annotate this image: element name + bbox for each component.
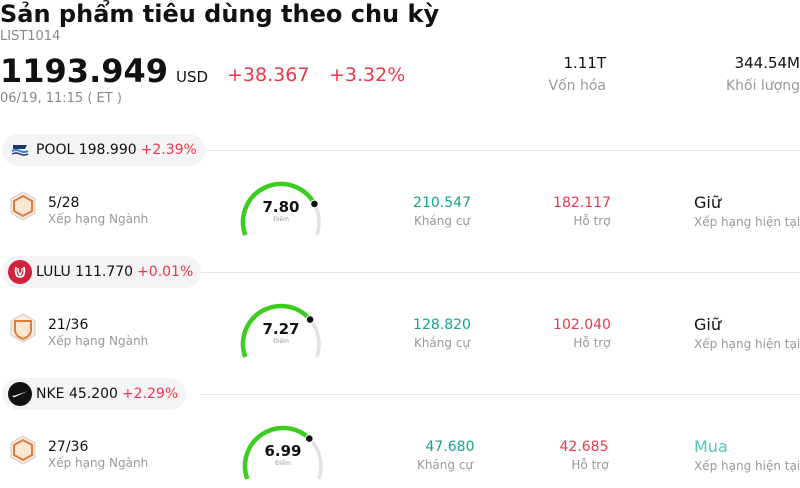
- volume-label: Khối lượng: [725, 78, 800, 94]
- timestamp: 06/19, 11:15 ( ET ): [0, 91, 122, 106]
- current-rating-label: Xếp hạng hiện tại: [694, 215, 800, 229]
- score-label: Điểm: [275, 460, 291, 467]
- stock-row-nke[interactable]: 27/36 Xếp hạng Ngành 6.99 Điểm 47.680 Kh…: [0, 412, 800, 488]
- current-rating: Giữ: [694, 315, 721, 334]
- support-label: Hỗ trợ: [573, 214, 611, 228]
- resistance-label: Kháng cự: [413, 214, 471, 228]
- price-change-percent: +3.32%: [329, 64, 406, 86]
- stock-change-percent: +2.29%: [121, 386, 179, 402]
- current-rating: Giữ: [694, 193, 721, 212]
- support-value: 42.685: [559, 439, 609, 455]
- resistance-value: 47.680: [425, 439, 475, 455]
- rank-badge-icon: [9, 191, 37, 221]
- support-value: 182.117: [553, 195, 611, 211]
- stock-row-pool[interactable]: 5/28 Xếp hạng Ngành 7.80 Điểm 210.547 Kh…: [0, 168, 800, 248]
- stock-change-percent: +0.01%: [137, 264, 194, 280]
- currency-label: USD: [176, 68, 209, 86]
- stock-price: 45.200: [68, 386, 118, 402]
- score-value: 7.27: [262, 320, 300, 338]
- stock-change-percent: +2.39%: [140, 142, 197, 158]
- industry-rank-label: Xếp hạng Ngành: [48, 456, 149, 470]
- stock-symbol: LULU: [36, 264, 71, 280]
- resistance-value: 128.820: [413, 317, 471, 333]
- rank-badge-icon: [9, 313, 37, 343]
- stock-chip-lulu[interactable]: LULU 111.770 +0.01%: [2, 256, 202, 288]
- score-label: Điểm: [273, 338, 289, 345]
- index-price: 1193.949: [0, 52, 169, 90]
- score-value: 7.80: [262, 198, 300, 216]
- stock-symbol: NKE: [36, 386, 65, 402]
- price-change: +38.367: [227, 64, 310, 86]
- stock-chip-pool[interactable]: POOL 198.990 +2.39%: [2, 134, 205, 166]
- divider: [200, 272, 800, 273]
- market-cap-label: Vốn hóa: [548, 78, 606, 94]
- resistance-label: Kháng cự: [413, 336, 471, 350]
- pool-logo-icon: [8, 138, 32, 162]
- current-rating-label: Xếp hạng hiện tại: [694, 337, 800, 351]
- support-label: Hỗ trợ: [571, 458, 609, 472]
- support-label: Hỗ trợ: [573, 336, 611, 350]
- stock-symbol: POOL: [36, 142, 75, 158]
- market-cap-value: 1.11T: [563, 54, 606, 72]
- score-value: 6.99: [264, 442, 302, 460]
- stock-chip-nke[interactable]: NKE 45.200 +2.29%: [2, 378, 187, 410]
- industry-rank: 5/28: [48, 195, 80, 211]
- page-title: Sản phẩm tiêu dùng theo chu kỳ: [0, 0, 440, 28]
- industry-rank-label: Xếp hạng Ngành: [48, 212, 149, 226]
- resistance-label: Kháng cự: [416, 458, 474, 472]
- resistance-value: 210.547: [413, 195, 471, 211]
- volume-value: 344.54M: [734, 54, 800, 72]
- divider: [200, 150, 800, 151]
- nike-logo-icon: [8, 382, 32, 406]
- divider: [200, 394, 800, 395]
- support-value: 102.040: [553, 317, 611, 333]
- current-rating: Mua: [694, 437, 728, 456]
- industry-rank-label: Xếp hạng Ngành: [48, 334, 149, 348]
- current-rating-label: Xếp hạng hiện tại: [694, 459, 800, 473]
- stock-price: 198.990: [78, 142, 137, 158]
- stock-row-lulu[interactable]: 21/36 Xếp hạng Ngành 7.27 Điểm 128.820 K…: [0, 290, 800, 370]
- lululemon-logo-icon: [8, 260, 32, 284]
- industry-rank: 21/36: [48, 317, 89, 333]
- score-label: Điểm: [273, 216, 289, 223]
- rank-badge-icon: [9, 435, 37, 465]
- stock-price: 111.770: [75, 264, 134, 280]
- list-code: LIST1014: [0, 29, 61, 44]
- industry-rank: 27/36: [48, 439, 89, 455]
